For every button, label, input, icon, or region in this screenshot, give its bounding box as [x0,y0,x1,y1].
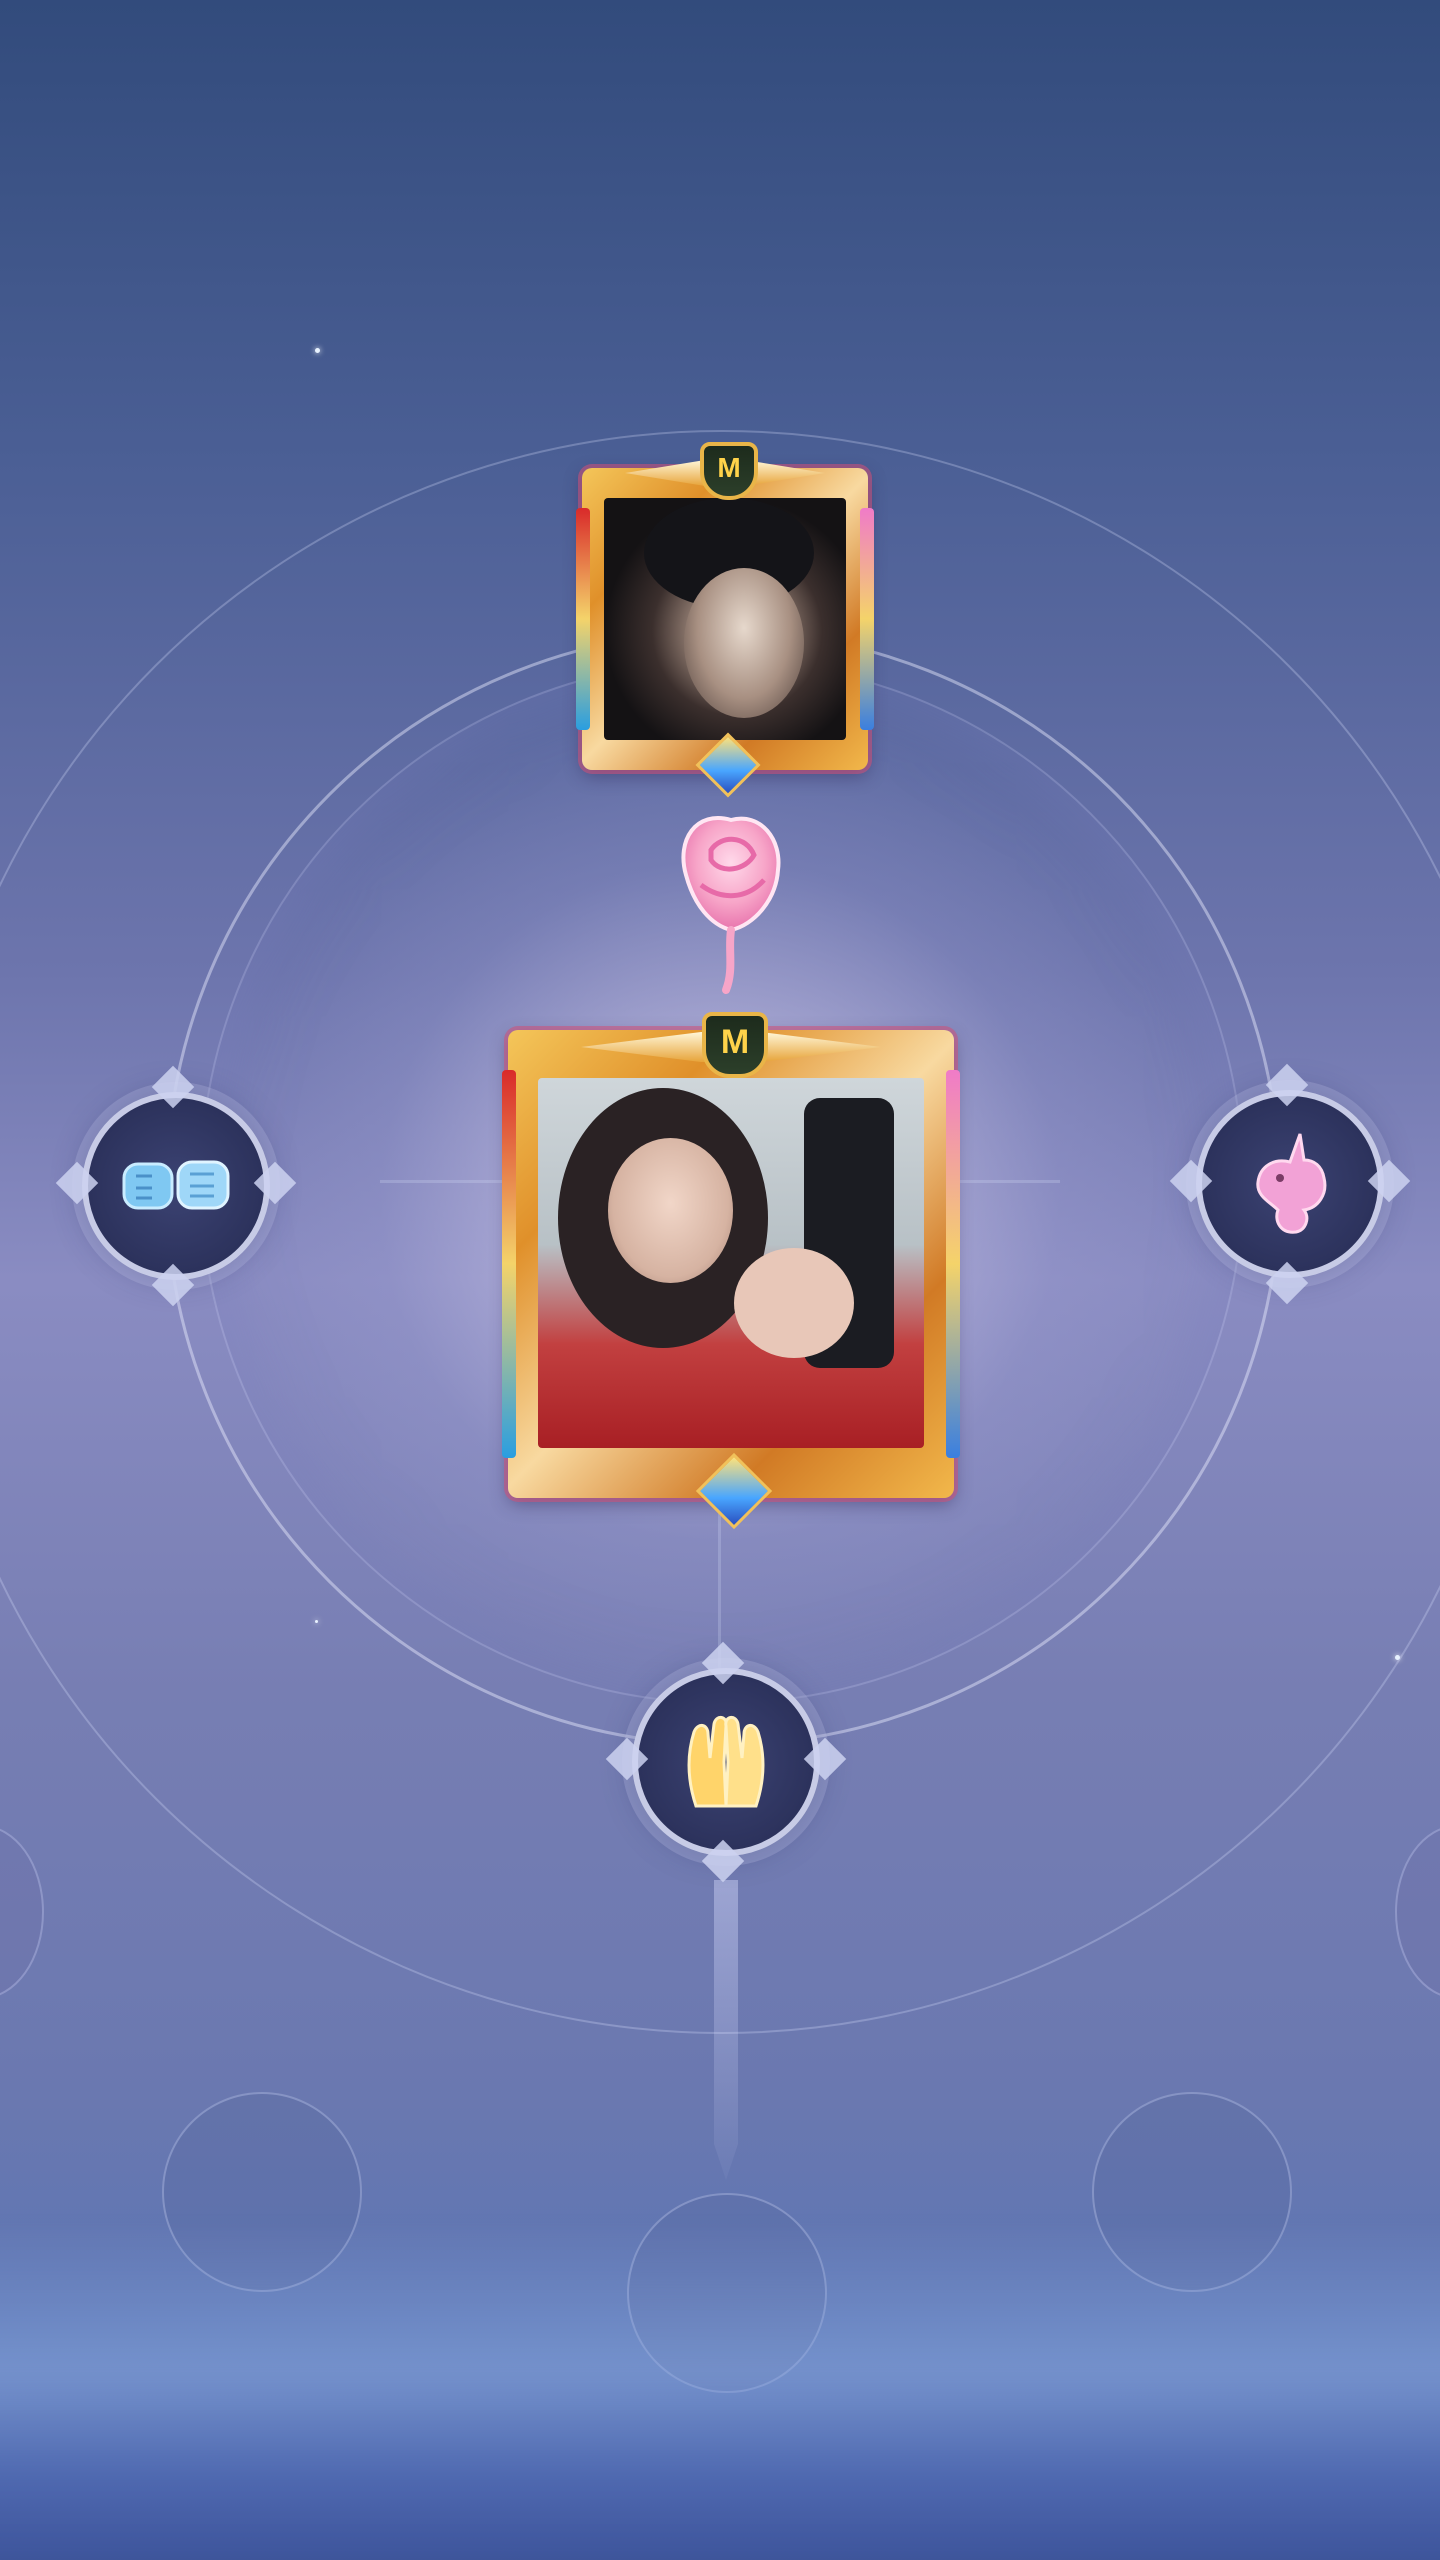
fist-bump-button[interactable] [55,1065,297,1307]
high-five-button[interactable] [605,1641,847,1883]
star [1395,1655,1400,1660]
target-avatar-frame[interactable]: M [576,442,874,798]
fist-bump-icon [122,1160,230,1210]
empty-slot[interactable] [0,1825,44,1999]
unicorn-icon [1256,1133,1327,1234]
self-avatar-image [538,1078,924,1448]
star [315,348,320,353]
target-avatar-image [604,498,846,740]
star [315,1620,318,1623]
self-avatar-frame[interactable]: M [502,1012,960,1530]
emote-screen: M M [0,0,1440,2560]
rose-icon [681,816,781,994]
clapping-hands-icon [687,1716,765,1808]
ground-haze [0,2220,1440,2560]
hand [734,1248,854,1358]
frame-crest: M [702,1012,768,1078]
person-face [608,1138,733,1283]
unicorn-button[interactable] [1169,1063,1411,1305]
character-face [684,568,804,718]
frame-crest: M [700,442,758,500]
empty-slot[interactable] [1395,1825,1440,1999]
